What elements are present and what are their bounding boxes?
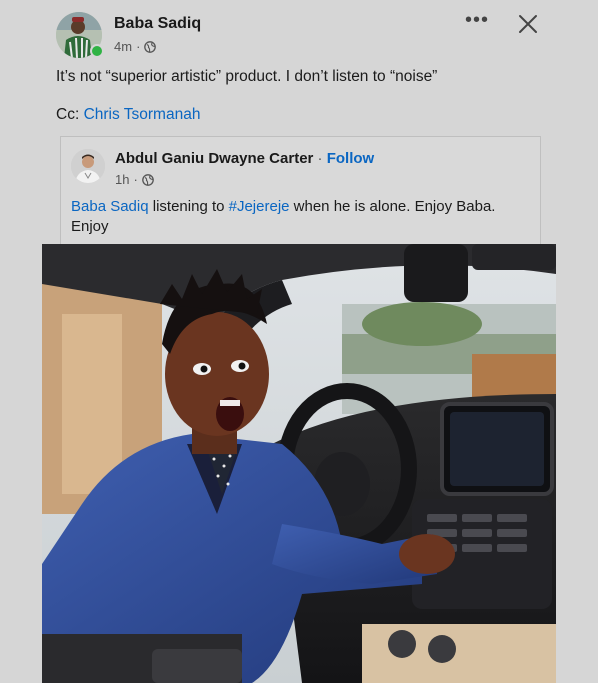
hashtag-link[interactable]: #Jejereje	[229, 198, 290, 215]
post-time: 4m	[114, 39, 133, 54]
shared-author-avatar[interactable]	[71, 149, 105, 183]
online-status-dot	[90, 44, 104, 58]
shared-author-name[interactable]: Abdul Ganiu Dwayne Carter	[115, 150, 313, 167]
post-text: It’s not “superior artistic” product. I …	[56, 68, 438, 85]
cc-prefix: Cc:	[56, 106, 80, 123]
follow-separator: ·	[317, 150, 323, 167]
post-meta: 4m ·	[114, 39, 157, 54]
shared-post-time: 1h	[115, 172, 130, 187]
shared-mention-link[interactable]: Baba Sadiq	[71, 198, 149, 215]
author-name[interactable]: Baba Sadiq	[114, 15, 201, 33]
shared-meta-separator: ·	[133, 172, 138, 187]
feed-post: Baba Sadiq 4m · ••• It’s not “superior a…	[0, 0, 598, 683]
close-icon[interactable]	[516, 12, 540, 36]
shared-post: Abdul Ganiu Dwayne Carter · Follow 1h · …	[60, 136, 541, 244]
shared-post-text: Baba Sadiq listening to #Jejereje when h…	[71, 197, 533, 237]
post-photo[interactable]	[42, 244, 556, 683]
follow-button[interactable]: Follow	[327, 150, 375, 167]
cc-mention-link[interactable]: Chris Tsormanah	[84, 106, 201, 123]
more-icon[interactable]: •••	[462, 10, 492, 34]
shared-author-line: Abdul Ganiu Dwayne Carter · Follow	[115, 150, 374, 167]
cc-line: Cc: Chris Tsormanah	[56, 106, 200, 124]
globe-icon	[144, 40, 157, 53]
shared-post-meta: 1h ·	[115, 172, 154, 187]
globe-icon	[141, 173, 154, 186]
shared-text-a: listening to	[148, 198, 229, 215]
meta-separator: ·	[136, 39, 141, 54]
